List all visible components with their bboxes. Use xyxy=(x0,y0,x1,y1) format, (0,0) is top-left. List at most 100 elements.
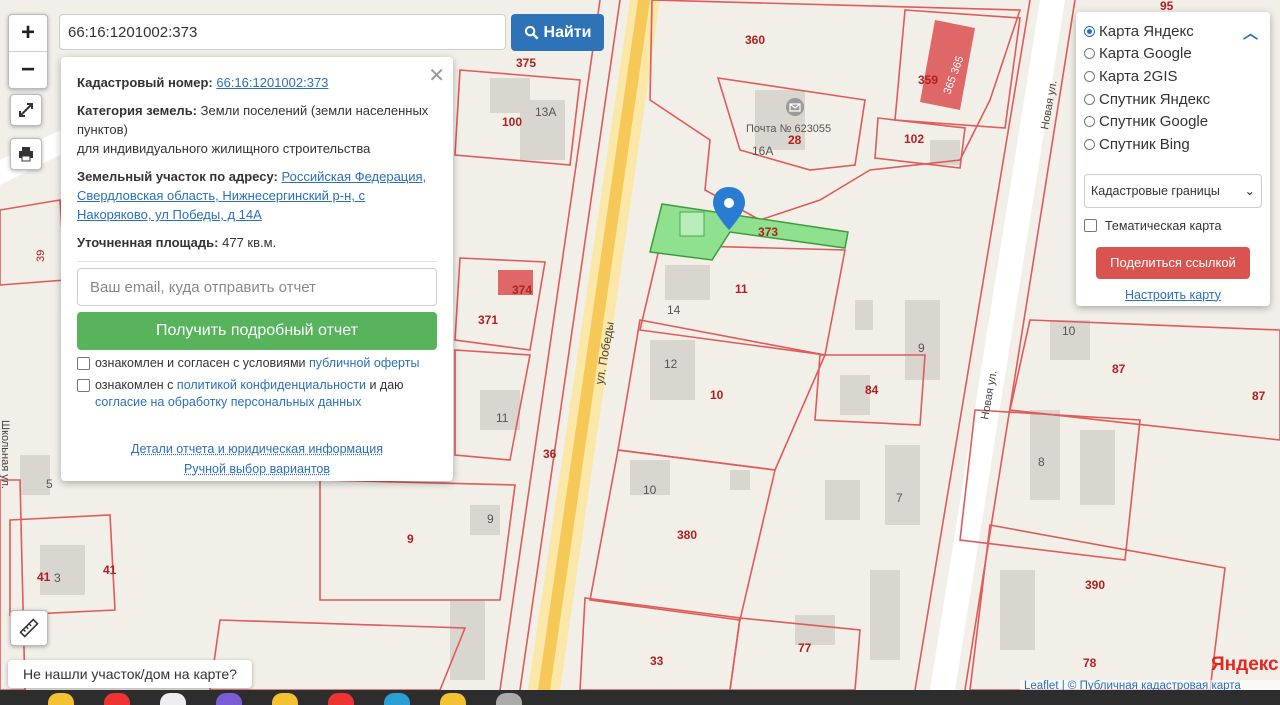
email-field[interactable]: Ваш email, куда отправить отчет xyxy=(77,268,437,306)
building-365 xyxy=(920,20,975,110)
parcel-label-373: 373 xyxy=(758,225,778,239)
area-value: 477 кв.м. xyxy=(222,235,277,250)
personal-data-consent-link[interactable]: согласие на обработку персональных данны… xyxy=(95,395,361,409)
zoom-in-button[interactable]: + xyxy=(9,15,47,51)
radio[interactable] xyxy=(1084,93,1095,105)
area-label: Уточненная площадь: xyxy=(77,235,219,250)
layer-option-bing-satellite[interactable]: Спутник Bing xyxy=(1084,133,1262,156)
zoom-out-button[interactable]: − xyxy=(9,51,47,88)
cadastral-number-link[interactable]: 66:16:1201002:373 xyxy=(216,75,328,90)
parcel-label-380: 380 xyxy=(677,528,697,542)
house-label-10: 10 xyxy=(643,483,657,497)
taskbar-app-icon[interactable] xyxy=(384,693,410,705)
taskbar-app-icon[interactable] xyxy=(104,693,130,705)
report-details-link[interactable]: Детали отчета и юридическая информация xyxy=(131,442,383,456)
offer-consent-checkbox[interactable] xyxy=(77,357,90,370)
layer-label: Карта Яндекс xyxy=(1099,22,1194,40)
parcel-label-360: 360 xyxy=(745,33,765,47)
get-report-button[interactable]: Получить подробный отчет xyxy=(77,312,437,350)
offer-consent-row: ознакомлен и согласен с условиями публич… xyxy=(77,355,437,372)
taskbar-app-icon[interactable] xyxy=(272,693,298,705)
house-label-7: 7 xyxy=(896,491,903,505)
house-label-16a: 16А xyxy=(752,144,773,158)
print-button[interactable] xyxy=(10,138,42,170)
radio-selected[interactable] xyxy=(1084,25,1095,37)
privacy-consent-checkbox[interactable] xyxy=(77,379,90,392)
house-label-11: 11 xyxy=(496,411,509,425)
parcel-info-panel: ✕ Кадастровый номер: 66:16:1201002:373 К… xyxy=(61,57,453,481)
taskbar xyxy=(0,690,1280,705)
parcel-label-78: 78 xyxy=(1083,656,1097,670)
post-office-label: Почта № 623055 xyxy=(746,123,831,135)
layer-option-google-satellite[interactable]: Спутник Google xyxy=(1084,110,1262,133)
layer-option-yandex-map[interactable]: Карта Яндекс xyxy=(1084,20,1262,43)
search-icon xyxy=(524,25,538,40)
chevron-up-icon[interactable]: ︿ xyxy=(1243,22,1258,43)
expand-icon xyxy=(19,103,33,117)
mail-icon xyxy=(786,98,804,116)
overlay-select[interactable]: Кадастровые границы ⌄ xyxy=(1084,173,1262,208)
close-icon[interactable]: ✕ xyxy=(428,63,445,88)
address-label: Земельный участок по адресу: xyxy=(77,169,278,184)
house-label-12: 12 xyxy=(664,357,678,371)
parcel-label-87b: 87 xyxy=(1252,389,1266,403)
parcel-label-359: 359 xyxy=(918,73,938,87)
parcel-label-87a: 87 xyxy=(1112,362,1126,376)
taskbar-app-icon[interactable] xyxy=(160,693,186,705)
fullscreen-button[interactable] xyxy=(10,94,42,126)
manual-selection-link[interactable]: Ручной выбор вариантов xyxy=(184,462,330,476)
panel-links: Детали отчета и юридическая информация Р… xyxy=(77,439,437,479)
layer-option-yandex-satellite[interactable]: Спутник Яндекс xyxy=(1084,88,1262,111)
layer-label: Спутник Bing xyxy=(1099,135,1190,153)
taskbar-app-icon[interactable] xyxy=(48,693,74,705)
taskbar-app-icon[interactable] xyxy=(496,693,522,705)
parcel-label-84: 84 xyxy=(865,383,879,397)
radio[interactable] xyxy=(1084,116,1095,128)
privacy-policy-link[interactable]: политикой конфиденциальности xyxy=(177,378,366,392)
layer-label: Спутник Google xyxy=(1099,113,1209,131)
zoom-control: + − xyxy=(8,14,48,89)
ruler-button[interactable] xyxy=(10,610,48,646)
house-label-13a: 13А xyxy=(535,105,556,119)
parcel-label-39: 39 xyxy=(35,250,47,262)
taskbar-app-icon[interactable] xyxy=(216,693,242,705)
street-label-shkolnaya: Школьная ул. xyxy=(0,420,11,489)
taskbar-app-icon[interactable] xyxy=(328,693,354,705)
radio[interactable] xyxy=(1084,70,1095,82)
find-button-label: Найти xyxy=(543,23,592,41)
find-button[interactable]: Найти xyxy=(511,14,604,51)
share-link-button[interactable]: Поделиться ссылкой xyxy=(1096,246,1250,279)
privacy-consent-row: ознакомлен с политикой конфиденциальност… xyxy=(77,377,437,411)
category-label: Категория земель: xyxy=(77,103,198,118)
parcel-label-371: 371 xyxy=(478,313,498,327)
overlay-select-value: Кадастровые границы xyxy=(1091,183,1220,198)
layer-label: Карта Google xyxy=(1099,45,1192,63)
radio[interactable] xyxy=(1084,138,1095,150)
yandex-logo: Яндекс xyxy=(1211,654,1279,675)
parcel-label-41a: 41 xyxy=(103,563,117,577)
parcel-label-28: 28 xyxy=(788,133,802,147)
taskbar-app-icon[interactable] xyxy=(440,693,466,705)
cadastral-search-input[interactable] xyxy=(59,14,506,50)
not-found-button[interactable]: Не нашли участок/дом на карте? xyxy=(8,660,252,688)
privacy-consent-suffix: и даю xyxy=(369,378,404,392)
layer-label: Спутник Яндекс xyxy=(1099,90,1211,108)
layer-option-google-map[interactable]: Карта Google xyxy=(1084,43,1262,66)
layer-label: Карта 2GIS xyxy=(1099,67,1178,85)
cadastral-label: Кадастровый номер: xyxy=(77,75,213,90)
thematic-map-checkbox[interactable] xyxy=(1084,219,1097,233)
parcel-label-100: 100 xyxy=(502,115,522,129)
offer-link[interactable]: публичной оферты xyxy=(309,356,419,370)
radio[interactable] xyxy=(1084,48,1095,60)
parcel-label-102: 102 xyxy=(904,132,924,146)
configure-map-link[interactable]: Настроить карту xyxy=(1125,288,1221,302)
parcel-label-375: 375 xyxy=(516,56,536,70)
house-label-9: 9 xyxy=(918,341,925,355)
category-use: для индивидуального жилищного строительс… xyxy=(77,141,371,156)
layer-option-2gis-map[interactable]: Карта 2GIS xyxy=(1084,65,1262,88)
house-label-8: 8 xyxy=(1038,455,1045,469)
house-label-10b: 10 xyxy=(1062,324,1076,338)
offer-consent-text: ознакомлен и согласен с условиями xyxy=(95,356,306,370)
parcel-label-41b: 41 xyxy=(37,570,51,584)
house-label-9b: 9 xyxy=(487,512,494,526)
